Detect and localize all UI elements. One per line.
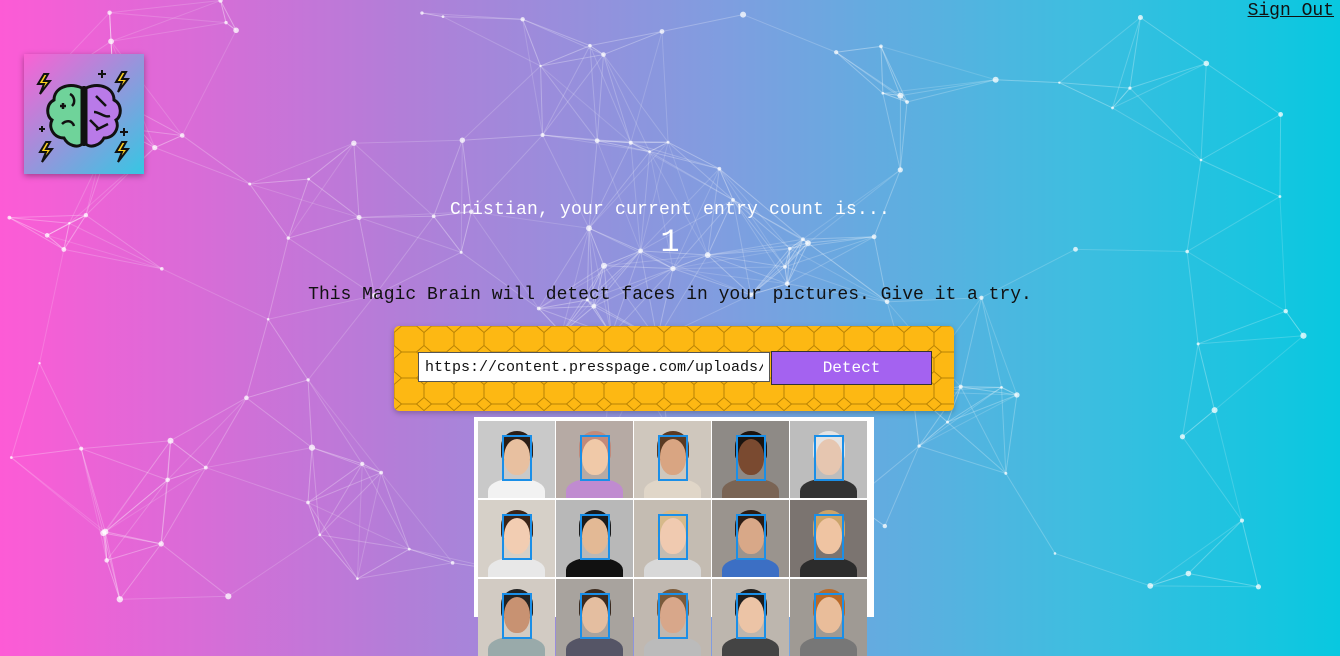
person-shoulders	[644, 558, 701, 577]
face-bounding-box	[580, 514, 610, 560]
face-bounding-box	[814, 593, 844, 639]
entry-count-value: 1	[0, 224, 1340, 261]
face-bounding-box	[658, 435, 688, 481]
sign-out-link[interactable]: Sign Out	[1248, 1, 1334, 21]
face-bounding-box	[736, 514, 766, 560]
face-photo-cell	[712, 421, 789, 498]
person-shoulders	[722, 558, 779, 577]
face-bounding-box	[580, 435, 610, 481]
face-photo-cell	[790, 500, 867, 577]
logo[interactable]	[24, 54, 144, 174]
person-shoulders	[566, 479, 623, 498]
person-shoulders	[566, 558, 623, 577]
face-bounding-box	[502, 593, 532, 639]
detect-button[interactable]: Detect	[771, 351, 932, 385]
person-shoulders	[800, 558, 857, 577]
entry-count-label: Cristian, your current entry count is...	[0, 200, 1340, 220]
face-photo-cell	[634, 421, 711, 498]
face-photo-cell	[634, 579, 711, 656]
face-photo-cell	[634, 500, 711, 577]
face-bounding-box	[658, 514, 688, 560]
person-shoulders	[644, 479, 701, 498]
brain-icon	[24, 54, 144, 174]
faces-image	[474, 417, 874, 617]
face-bounding-box	[502, 435, 532, 481]
person-shoulders	[566, 637, 623, 656]
person-shoulders	[722, 637, 779, 656]
person-shoulders	[488, 479, 545, 498]
face-photo-cell	[790, 421, 867, 498]
face-photo-cell	[556, 421, 633, 498]
face-photo-cell	[556, 500, 633, 577]
person-shoulders	[644, 637, 701, 656]
person-shoulders	[800, 637, 857, 656]
person-shoulders	[722, 479, 779, 498]
face-bounding-box	[736, 435, 766, 481]
person-shoulders	[488, 558, 545, 577]
intro-text: This Magic Brain will detect faces in yo…	[0, 285, 1340, 305]
face-photo-cell	[478, 421, 555, 498]
image-url-input[interactable]	[418, 352, 770, 382]
face-photo-cell	[712, 579, 789, 656]
face-photo-cell	[556, 579, 633, 656]
face-bounding-box	[814, 514, 844, 560]
face-photo-cell	[478, 579, 555, 656]
face-bounding-box	[814, 435, 844, 481]
person-shoulders	[488, 637, 545, 656]
face-bounding-box	[580, 593, 610, 639]
face-bounding-box	[736, 593, 766, 639]
face-photo-cell	[712, 500, 789, 577]
face-photo-cell	[790, 579, 867, 656]
face-bounding-box	[658, 593, 688, 639]
person-shoulders	[800, 479, 857, 498]
image-link-form: Detect	[394, 326, 954, 411]
face-photo-cell	[478, 500, 555, 577]
face-bounding-box	[502, 514, 532, 560]
